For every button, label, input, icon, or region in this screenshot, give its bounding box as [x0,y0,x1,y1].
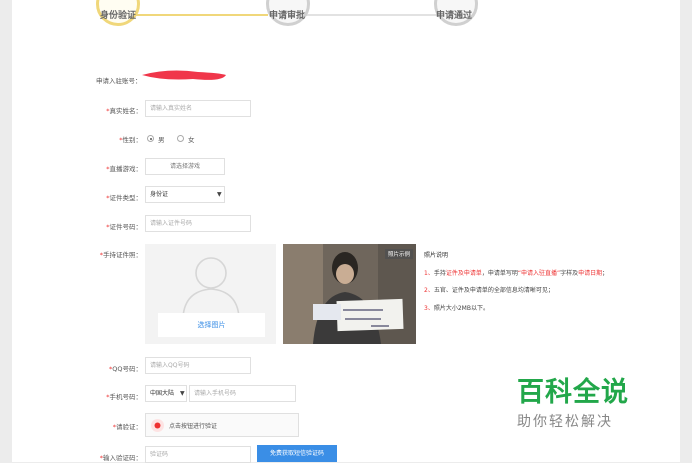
gender-male-radio[interactable] [147,135,154,142]
step-label-review: 申请审批 [269,11,306,21]
sample-badge: 照片示例 [384,249,413,259]
gender-female-radio[interactable] [177,135,184,142]
step-connector-1 [118,14,268,16]
verify-label: *请验证： [112,423,142,431]
photo-note-3: 3、照片大小2MB以下。 [424,305,489,312]
id-number-input[interactable]: 请输入证件号码 [145,215,251,232]
qq-input[interactable]: 请输入QQ号码 [145,357,251,374]
send-sms-code-button[interactable]: 免费获取短信验证码 [257,445,337,462]
photo-note-1: 1、手持证件及申请单，申请单写明“申请入驻直播”字样及申请日期； [424,270,609,277]
step-label-approved: 申请通过 [436,11,473,21]
id-type-select[interactable]: 身份证 [145,186,225,203]
watermark-subtitle: 助你轻松解决 [517,414,613,430]
id-number-label: *证件号码： [106,223,142,231]
step-connector-2 [288,14,438,16]
id-type-label: *证件类型： [106,194,142,202]
gender-male-text: 男 [158,136,165,144]
code-label: *输入验证码： [99,454,142,462]
redacted-account [142,70,226,80]
user-placeholder-icon [182,257,240,318]
qq-label: *QQ号码： [109,365,142,373]
select-image-button[interactable]: 选择图片 [158,313,265,337]
watermark-logo: 百科全说 助你轻松解决 [517,370,629,431]
phone-input[interactable]: 请输入手机号码 [189,385,296,402]
photo-notes-title: 照片说明 [424,252,449,259]
watermark-title: 百科全说 [517,377,629,408]
account-label: 申请入驻账号： [96,77,142,85]
id-photo-label: *手持证件照： [99,251,142,259]
phone-label: *手机号码： [106,393,142,401]
real-name-label: *真实姓名： [106,107,142,115]
captcha-verify-button[interactable]: 点击按钮进行验证 [145,413,299,437]
photo-upload-area: 选择图片 [145,244,276,344]
verify-button-text: 点击按钮进行验证 [169,423,218,430]
region-chevron-down-icon: ▼ [180,390,185,397]
select-game-button[interactable]: 请选择游戏 [145,158,225,175]
chevron-down-icon: ▼ [217,191,222,198]
gender-female-text: 女 [188,136,195,144]
verify-circle-icon [151,419,164,432]
real-name-input[interactable]: 请输入真实姓名 [145,100,251,117]
gender-label: *性别： [119,136,142,144]
step-label-identity: 身份验证 [100,11,137,21]
game-label: *直播游戏： [106,165,142,173]
sample-photo: 照片示例 [283,244,416,344]
application-page: 身份验证 申请审批 申请通过 申请入驻账号： *真实姓名： 请输入真实姓名 *性… [12,0,680,463]
photo-note-2: 2、五官、证件及申请单的全部信息均清晰可见； [424,287,554,294]
code-input[interactable]: 验证码 [145,446,251,463]
